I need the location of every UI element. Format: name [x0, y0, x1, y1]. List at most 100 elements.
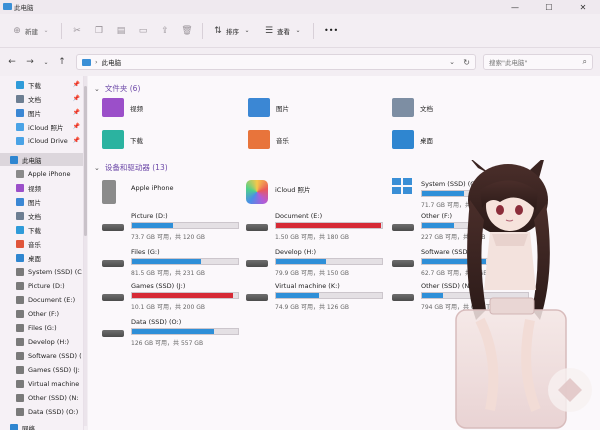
folder-icon: [16, 169, 24, 178]
sidebar-item[interactable]: Document (E:): [0, 293, 83, 306]
drives-section-header[interactable]: ⌄ 设备和驱动器 (13): [94, 162, 168, 173]
toolbar-divider: [61, 22, 62, 39]
sidebar-item[interactable]: 桌面: [0, 251, 83, 264]
drive-tile[interactable]: Virtual machine (K:) 74.9 GB 可用，共 126 GB: [246, 282, 386, 316]
folder-icon: [16, 211, 24, 220]
folder-icon: [16, 94, 24, 103]
sidebar-item[interactable]: 网络: [0, 421, 83, 430]
sidebar-item[interactable]: 图片 📌: [0, 106, 83, 119]
sidebar-item-label: Software (SSD) (: [28, 351, 82, 360]
folder-icon: [16, 351, 24, 360]
sidebar-item[interactable]: 下载: [0, 223, 83, 236]
sidebar-scrollbar[interactable]: [84, 76, 87, 426]
view-button[interactable]: ☰ 查看 ⌄: [258, 21, 309, 41]
folder-tile[interactable]: 桌面: [392, 130, 433, 149]
sidebar-item[interactable]: Other (F:): [0, 307, 83, 320]
folder-tile[interactable]: 图片: [248, 98, 289, 117]
sidebar-item[interactable]: Virtual machine: [0, 377, 83, 390]
phone-icon: [102, 180, 116, 204]
drive-usage-bar: [131, 258, 239, 265]
sidebar-item[interactable]: System (SSD) (C: [0, 265, 83, 278]
sidebar-item[interactable]: Data (SSD) (O:): [0, 405, 83, 418]
sidebar-item[interactable]: Develop (H:): [0, 335, 83, 348]
chevron-down-icon: ⌄: [43, 58, 49, 66]
chevron-down-icon[interactable]: ⌄: [449, 58, 455, 66]
chevron-down-icon: ⌄: [94, 163, 100, 172]
pin-icon: 📌: [72, 137, 80, 144]
copy-button[interactable]: ❐: [88, 21, 110, 41]
sidebar-item[interactable]: 图片: [0, 195, 83, 208]
computer-icon: [3, 3, 12, 10]
folder-icon: [16, 239, 24, 248]
refresh-icon[interactable]: ↻: [463, 58, 470, 67]
drive-name: Virtual machine (K:): [275, 282, 340, 290]
folder-icon: [392, 98, 414, 117]
chevron-down-icon: ⌄: [94, 84, 100, 93]
drive-name: Games (SSD) (J:): [131, 282, 186, 290]
sidebar-item[interactable]: Apple iPhone: [0, 167, 83, 180]
folder-tile[interactable]: 下载: [102, 130, 143, 149]
sidebar-item[interactable]: Other (SSD) (N:: [0, 391, 83, 404]
paste-button[interactable]: ▤: [110, 21, 132, 41]
search-input[interactable]: 搜索"此电脑" ⌕: [483, 54, 593, 70]
drive-usage-fill: [132, 329, 214, 334]
breadcrumb-this-pc[interactable]: 此电脑: [102, 57, 122, 67]
device-tile[interactable]: Apple iPhone: [102, 180, 242, 214]
folders-section-header[interactable]: ⌄ 文件夹 (6): [94, 83, 140, 94]
share-button[interactable]: ⇪: [154, 21, 176, 41]
sidebar-item[interactable]: iCloud 照片 📌: [0, 120, 83, 133]
scrollbar-thumb[interactable]: [84, 86, 87, 236]
folder-icon: [16, 323, 24, 332]
hard-drive-icon: [102, 330, 124, 337]
sidebar-item[interactable]: Files (G:): [0, 321, 83, 334]
drive-name: Document (E:): [275, 212, 323, 220]
more-button[interactable]: •••: [318, 21, 344, 41]
recent-button[interactable]: ⌄: [38, 54, 54, 70]
sidebar-item[interactable]: 此电脑: [0, 153, 83, 166]
drive-tile[interactable]: Picture (D:) 73.7 GB 可用，共 120 GB: [102, 212, 242, 246]
sidebar-item[interactable]: 视频: [0, 181, 83, 194]
drive-usage-bar: [131, 292, 239, 299]
folder-tile[interactable]: 文档: [392, 98, 433, 117]
address-bar[interactable]: › 此电脑 ⌄ ↻: [76, 54, 476, 70]
close-button[interactable]: ✕: [566, 0, 600, 14]
minimize-button[interactable]: —: [498, 0, 532, 14]
forward-button[interactable]: →: [22, 54, 38, 70]
sidebar-item[interactable]: 文档 📌: [0, 92, 83, 105]
delete-button[interactable]: 🗑: [176, 21, 198, 41]
drive-name: Picture (D:): [131, 212, 168, 220]
back-button[interactable]: ←: [4, 54, 20, 70]
folder-tile[interactable]: 视频: [102, 98, 143, 117]
hard-drive-icon: [246, 294, 268, 301]
sidebar-item[interactable]: 下载 📌: [0, 78, 83, 91]
sidebar-item-label: 桌面: [28, 254, 41, 263]
drive-tile[interactable]: Develop (H:) 79.9 GB 可用，共 150 GB: [246, 248, 386, 282]
sidebar-item[interactable]: 音乐: [0, 237, 83, 250]
folder-tile[interactable]: 音乐: [248, 130, 289, 149]
device-tile[interactable]: iCloud 照片: [246, 180, 386, 214]
sidebar-item[interactable]: Games (SSD) (J:: [0, 363, 83, 376]
new-button[interactable]: ⊕ 新建 ⌄: [6, 21, 57, 41]
sort-button[interactable]: ⇅ 排序 ⌄: [207, 21, 258, 41]
folder-icon: [102, 98, 124, 117]
sidebar-item-label: Document (E:): [28, 295, 76, 304]
maximize-button[interactable]: ☐: [532, 0, 566, 14]
sort-label: 排序: [226, 27, 239, 36]
folder-icon: [102, 130, 124, 149]
folder-icon: [16, 225, 24, 234]
drive-usage-fill: [276, 293, 320, 298]
sidebar-item[interactable]: 文档: [0, 209, 83, 222]
drive-tile[interactable]: Document (E:) 1.50 GB 可用，共 180 GB: [246, 212, 386, 246]
drive-usage-fill: [132, 259, 201, 264]
rename-button[interactable]: ▭: [132, 21, 154, 41]
drive-tile[interactable]: Files (G:) 81.5 GB 可用，共 231 GB: [102, 248, 242, 282]
pin-icon: 📌: [72, 95, 80, 102]
sidebar-item[interactable]: Picture (D:): [0, 279, 83, 292]
sidebar-item[interactable]: iCloud Drive 📌: [0, 134, 83, 147]
drive-tile[interactable]: Games (SSD) (J:) 10.1 GB 可用，共 200 GB: [102, 282, 242, 316]
cut-button[interactable]: ✂: [66, 21, 88, 41]
sidebar-item[interactable]: Software (SSD) (: [0, 349, 83, 362]
sidebar-item-label: Games (SSD) (J:: [28, 365, 80, 374]
drive-tile[interactable]: Data (SSD) (O:) 126 GB 可用，共 557 GB: [102, 318, 242, 352]
up-button[interactable]: ↑: [54, 54, 70, 70]
